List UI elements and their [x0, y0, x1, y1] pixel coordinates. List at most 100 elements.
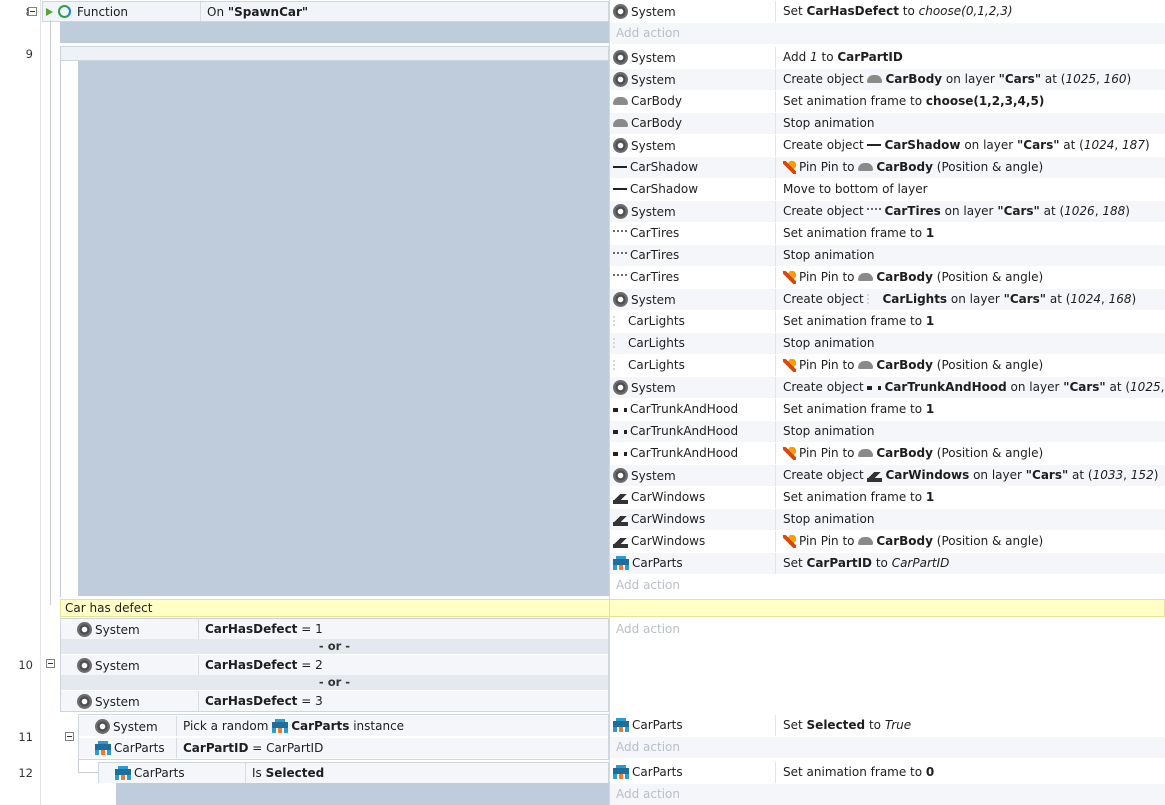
action-row[interactable]: System Create object CarLights on layer "… — [610, 289, 1165, 310]
action-row[interactable]: System Create object CarWindows on layer … — [610, 465, 1165, 486]
condition-text: Is Selected — [252, 766, 324, 780]
collapse-toggle-event-10[interactable] — [46, 659, 55, 668]
column-divider — [775, 69, 776, 90]
condition-row[interactable]: System CarHasDefect = 3 — [61, 691, 608, 711]
action-row[interactable]: CarTires Pin Pin to CarBody (Position & a… — [610, 267, 1165, 288]
pin-icon — [783, 161, 796, 174]
action-param: 0 — [925, 765, 935, 779]
action-object-name: CarLights — [628, 358, 685, 372]
column-divider — [775, 443, 776, 464]
action-text: Stop animation — [783, 336, 875, 350]
action-object-name: CarWindows — [631, 490, 706, 504]
add-action-row[interactable]: Add action — [610, 737, 1165, 758]
action-row[interactable]: CarLights Stop animation — [610, 333, 1165, 354]
action-object: CarWindows — [613, 512, 773, 526]
action-text: (Position & angle) — [932, 160, 1044, 174]
action-object: CarLights — [613, 314, 773, 328]
action-text: (Position & angle) — [932, 358, 1044, 372]
action-row[interactable]: CarParts Set Selected to True — [610, 715, 1165, 736]
action-row[interactable]: CarLights Pin Pin to CarBody (Position & … — [610, 355, 1165, 376]
action-row[interactable]: CarBody Set animation frame to choose(1,2… — [610, 91, 1165, 112]
action-row[interactable]: System Create object CarBody on layer "Ca… — [610, 69, 1165, 90]
action-row[interactable]: CarParts Set CarPartID to CarPartID — [610, 553, 1165, 574]
action-row[interactable]: System Create object CarShadow on layer "… — [610, 135, 1165, 156]
action-row[interactable]: CarParts Set animation frame to 0 — [610, 762, 1165, 783]
action-object-name: System — [631, 51, 676, 65]
action-text: Pin Pin to — [799, 358, 859, 372]
add-action-row[interactable]: Add action — [610, 575, 1165, 596]
column-divider — [198, 655, 199, 675]
action-object: System — [613, 138, 773, 153]
action-row[interactable]: CarWindows Stop animation — [610, 509, 1165, 530]
action-text: on layer — [940, 204, 998, 218]
add-action-link[interactable]: Add action — [616, 26, 680, 40]
action-text: Stop animation — [783, 116, 875, 130]
add-action-link[interactable]: Add action — [616, 622, 680, 636]
action-text: Pin Pin to — [799, 160, 859, 174]
action-row[interactable]: CarWindows Pin Pin to CarBody (Position &… — [610, 531, 1165, 552]
add-action-link[interactable]: Add action — [616, 787, 680, 801]
action-row[interactable]: CarWindows Set animation frame to 1 — [610, 487, 1165, 508]
condition-row[interactable]: System CarHasDefect = 1 — [61, 619, 608, 639]
gear-icon — [95, 719, 110, 734]
action-text: (Position & angle) — [932, 270, 1044, 284]
action-text: Create object — [783, 72, 868, 86]
action-row[interactable]: CarShadow Move to bottom of layer — [610, 179, 1165, 200]
action-row[interactable]: CarLights Set animation frame to 1 — [610, 311, 1165, 332]
collapse-toggle-event-11[interactable] — [65, 732, 74, 741]
action-row[interactable]: CarShadow Pin Pin to CarBody (Position & … — [610, 157, 1165, 178]
gear-icon — [77, 658, 92, 673]
condition-row[interactable]: CarParts Is Selected — [99, 763, 608, 783]
action-row[interactable]: System Create object CarTires on layer "C… — [610, 201, 1165, 222]
action-row[interactable]: System Set CarHasDefect to choose(0,1,2,3… — [610, 1, 1165, 22]
condition-text-prefix: On — [207, 5, 228, 19]
action-param: "Cars" — [1063, 380, 1106, 394]
action-text: Stop animation — [783, 424, 875, 438]
action-row[interactable]: CarTires Set animation frame to 1 — [610, 223, 1165, 244]
action-description: Set animation frame to 0 — [783, 765, 934, 779]
action-text: Stop animation — [783, 512, 875, 526]
collapse-toggle-event-8[interactable] — [28, 7, 37, 16]
action-value: 1033 — [1092, 468, 1124, 482]
car-shadow-icon — [867, 144, 882, 146]
car-parts-sprite-icon — [613, 765, 629, 779]
action-param: CarBody — [876, 160, 933, 174]
action-value: 1025 — [1065, 72, 1096, 86]
action-text: Pin Pin to — [799, 270, 859, 284]
action-row[interactable]: System Add 1 to CarPartID — [610, 47, 1165, 68]
action-text: Add — [783, 50, 811, 64]
action-object: CarShadow — [613, 160, 773, 174]
pin-icon — [783, 447, 796, 460]
action-row[interactable]: System Create object CarTrunkAndHood on l… — [610, 377, 1165, 398]
action-row[interactable]: CarTrunkAndHood Stop animation — [610, 421, 1165, 442]
event-9-condition-empty[interactable] — [60, 46, 609, 61]
action-description: Stop animation — [783, 424, 874, 438]
action-description: Pin Pin to CarBody (Position & angle) — [783, 270, 1043, 284]
action-row[interactable]: CarBody Stop animation — [610, 113, 1165, 134]
condition-row[interactable]: System Pick a random CarParts instance — [79, 716, 608, 736]
add-action-row[interactable]: Add action — [610, 784, 1165, 805]
add-action-row[interactable]: Add action — [610, 23, 1165, 44]
action-row[interactable]: CarTrunkAndHood Pin Pin to CarBody (Posit… — [610, 443, 1165, 464]
condition-row[interactable]: CarParts CarPartID = CarPartID — [79, 738, 608, 758]
add-action-link[interactable]: Add action — [616, 578, 680, 592]
action-text: Create object — [783, 138, 868, 152]
column-divider — [775, 113, 776, 134]
action-text: on layer — [1006, 380, 1064, 394]
action-param: "Cars" — [1003, 292, 1047, 306]
condition-row[interactable]: System CarHasDefect = 2 — [61, 655, 608, 675]
action-param: "Cars" — [998, 72, 1042, 86]
column-divider — [775, 135, 776, 156]
tree-line — [60, 47, 61, 597]
condition-object-name: System — [95, 623, 140, 637]
car-windows-icon — [867, 472, 883, 482]
action-object: CarParts — [613, 765, 773, 779]
action-text: (Position & angle) — [932, 446, 1044, 460]
action-object-name: CarParts — [632, 765, 683, 779]
action-row[interactable]: CarTires Stop animation — [610, 245, 1165, 266]
event-8-condition[interactable]: Function On "SpawnCar" — [42, 1, 609, 22]
action-param: "Cars" — [997, 204, 1040, 218]
comment-row[interactable]: Car has defect — [60, 599, 1165, 617]
action-row[interactable]: CarTrunkAndHood Set animation frame to 1 — [610, 399, 1165, 420]
add-action-link[interactable]: Add action — [616, 740, 680, 754]
